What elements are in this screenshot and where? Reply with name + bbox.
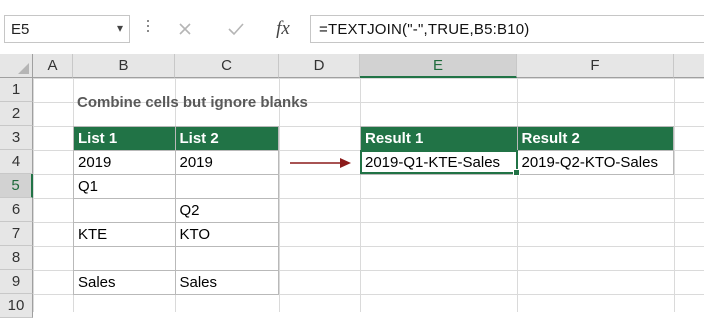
table-cell[interactable]: Q1 <box>73 174 176 199</box>
table-cell[interactable] <box>73 198 176 223</box>
table-row: 2019-Q1-KTE-Sales 2019-Q2-KTO-Sales <box>360 150 674 175</box>
sheet-title: Combine cells but ignore blanks <box>77 94 308 111</box>
check-icon <box>228 23 244 36</box>
column-header-c[interactable]: C <box>175 54 279 78</box>
column-header-b[interactable]: B <box>73 54 175 78</box>
row-header-10[interactable]: 10 <box>0 294 33 318</box>
grid-line <box>674 78 675 312</box>
table-cell[interactable]: 2019 <box>73 150 176 175</box>
table-cell[interactable]: Q2 <box>174 198 279 223</box>
row-header-1[interactable]: 1 <box>0 78 33 102</box>
formula-text: =TEXTJOIN("-",TRUE,B5:B10) <box>319 21 530 38</box>
table-row <box>73 246 279 271</box>
row-header-3[interactable]: 3 <box>0 126 33 150</box>
formula-input[interactable]: =TEXTJOIN("-",TRUE,B5:B10) <box>310 15 704 43</box>
row-header-8[interactable]: 8 <box>0 246 33 270</box>
column-header-f[interactable]: F <box>517 54 674 78</box>
result-2-cell[interactable]: 2019-Q2-KTO-Sales <box>516 150 674 175</box>
table-row: KTE KTO <box>73 222 279 247</box>
table-cell[interactable] <box>174 246 279 271</box>
table-row: Q1 <box>73 174 279 199</box>
enter-button[interactable] <box>219 15 253 43</box>
table-cell[interactable]: Sales <box>73 270 176 295</box>
row-header-7[interactable]: 7 <box>0 222 33 246</box>
list-2-header[interactable]: List 2 <box>174 126 279 151</box>
table-cell[interactable] <box>73 246 176 271</box>
result-1-cell[interactable]: 2019-Q1-KTE-Sales <box>360 150 518 175</box>
result-2-header[interactable]: Result 2 <box>516 126 674 151</box>
grid-line <box>360 78 361 312</box>
table-cell[interactable] <box>174 174 279 199</box>
table-cell[interactable]: 2019 <box>174 150 279 175</box>
formula-bar-area: E5 ▾ fx =TEXTJOIN("-",TRUE,B5:B10) <box>0 0 704 54</box>
table-cell[interactable]: Sales <box>174 270 279 295</box>
arrow-right-icon <box>290 158 351 168</box>
name-box[interactable]: E5 ▾ <box>4 15 130 43</box>
row-header-4[interactable]: 4 <box>0 150 33 174</box>
row-header-6[interactable]: 6 <box>0 198 33 222</box>
row-header-2[interactable]: 2 <box>0 102 33 126</box>
table-cell[interactable]: KTE <box>73 222 176 247</box>
close-icon <box>179 23 191 35</box>
table-cell[interactable]: KTO <box>174 222 279 247</box>
result-table: Result 1 Result 2 2019-Q1-KTE-Sales 2019… <box>360 126 674 175</box>
column-header-g[interactable] <box>674 54 704 78</box>
chevron-down-icon[interactable]: ▾ <box>117 21 123 35</box>
fx-icon: fx <box>276 18 290 39</box>
table-row: Q2 <box>73 198 279 223</box>
column-header-e[interactable]: E <box>360 54 517 78</box>
grid-line <box>517 78 518 312</box>
name-box-value: E5 <box>11 21 30 38</box>
insert-function-button[interactable]: fx <box>266 15 300 43</box>
row-header-9[interactable]: 9 <box>0 270 33 294</box>
result-1-header[interactable]: Result 1 <box>360 126 518 151</box>
cancel-button[interactable] <box>168 15 202 43</box>
column-header-d[interactable]: D <box>279 54 360 78</box>
grid-line <box>279 78 280 312</box>
list-1-header[interactable]: List 1 <box>73 126 176 151</box>
list-table: List 1 List 2 2019 2019 Q1 Q2 KTE KTO Sa… <box>73 126 279 295</box>
column-header-a[interactable]: A <box>33 54 73 78</box>
select-all-button[interactable] <box>0 54 33 78</box>
table-row: Sales Sales <box>73 270 279 295</box>
select-all-icon <box>18 63 29 74</box>
drag-handle-icon[interactable] <box>146 20 150 38</box>
table-row: 2019 2019 <box>73 150 279 175</box>
row-header-5[interactable]: 5 <box>0 174 33 198</box>
